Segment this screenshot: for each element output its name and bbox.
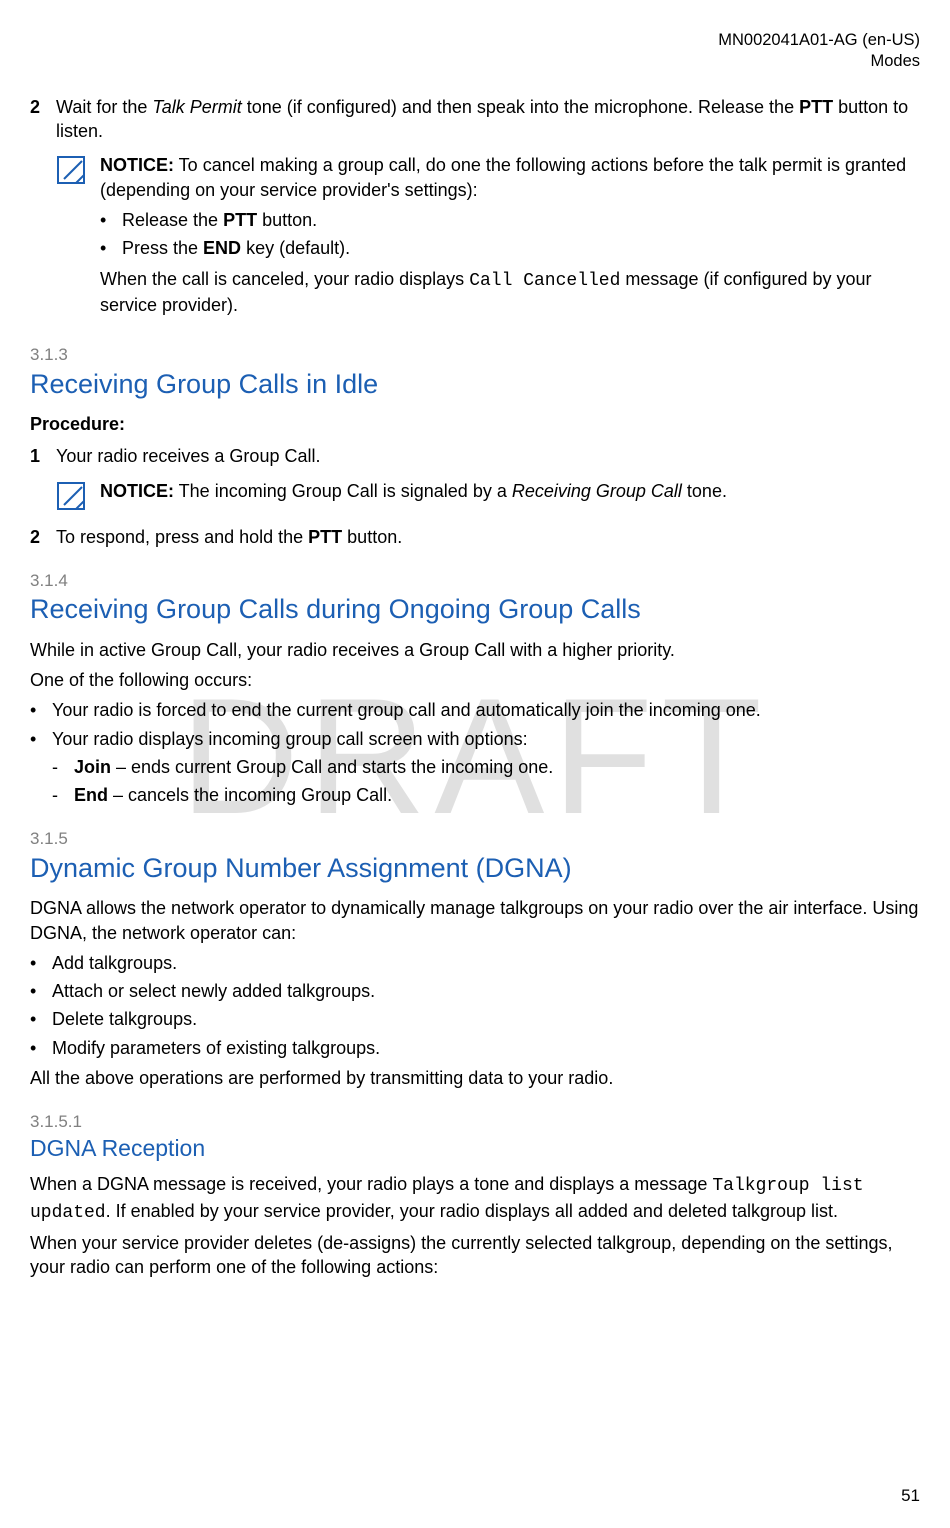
procedure-step: 2 To respond, press and hold the PTT but…: [30, 525, 920, 549]
bullet-mark: •: [30, 727, 52, 751]
paragraph: When your service provider deletes (de-a…: [30, 1231, 920, 1280]
paragraph: When the call is canceled, your radio di…: [100, 267, 920, 318]
list-item-text: Delete talkgroups.: [52, 1007, 197, 1031]
text-bold: PTT: [799, 97, 833, 117]
text: – cancels the incoming Group Call.: [108, 785, 392, 805]
bullet-mark: •: [100, 236, 122, 260]
text-italic: Receiving Group Call: [512, 481, 682, 501]
text-bold: PTT: [308, 527, 342, 547]
section-title: DGNA Reception: [30, 1135, 920, 1163]
step-number: 2: [30, 525, 56, 549]
section-number: 3.1.5.1: [30, 1112, 920, 1132]
bullet-mark: •: [30, 698, 52, 722]
list-item-text: Attach or select newly added talkgroups.: [52, 979, 375, 1003]
notice-block: NOTICE: To cancel making a group call, d…: [56, 153, 920, 323]
section-title: Receiving Group Calls in Idle: [30, 368, 920, 400]
notice-block: NOTICE: The incoming Group Call is signa…: [56, 479, 920, 515]
dash-mark: -: [52, 783, 74, 807]
text: . If enabled by your service provider, y…: [106, 1201, 838, 1221]
bullet-mark: •: [30, 1007, 52, 1031]
list-item-text: Your radio displays incoming group call …: [52, 727, 528, 751]
bullet-mark: •: [30, 951, 52, 975]
page: DRAFT MN002041A01-AG (en-US) Modes 2 Wai…: [0, 0, 950, 1528]
list-item-text: End – cancels the incoming Group Call.: [74, 783, 392, 807]
doc-id: MN002041A01-AG (en-US): [30, 30, 920, 51]
sub-list-item: - End – cancels the incoming Group Call.: [52, 783, 920, 807]
text: tone (if configured) and then speak into…: [242, 97, 799, 117]
text: button.: [257, 210, 317, 230]
notice-icon: [56, 479, 100, 515]
step-number: 2: [30, 95, 56, 144]
section-title: Receiving Group Calls during Ongoing Gro…: [30, 593, 920, 625]
list-item: • Release the PTT button.: [100, 208, 920, 232]
paragraph: While in active Group Call, your radio r…: [30, 638, 920, 662]
paragraph: All the above operations are performed b…: [30, 1066, 920, 1090]
list-item-text: Press the END key (default).: [122, 236, 350, 260]
paragraph: One of the following occurs:: [30, 668, 920, 692]
procedure-step: 1 Your radio receives a Group Call.: [30, 444, 920, 468]
notice-text: NOTICE: The incoming Group Call is signa…: [100, 479, 920, 515]
text: To respond, press and hold the: [56, 527, 308, 547]
list-item: • Press the END key (default).: [100, 236, 920, 260]
text-bold: Join: [74, 757, 111, 777]
page-header: MN002041A01-AG (en-US) Modes: [30, 30, 920, 73]
text: tone.: [682, 481, 727, 501]
bullet-mark: •: [100, 208, 122, 232]
text: When a DGNA message is received, your ra…: [30, 1174, 712, 1194]
text: The incoming Group Call is signaled by a: [174, 481, 512, 501]
text: key (default).: [241, 238, 350, 258]
list-item-text: Modify parameters of existing talkgroups…: [52, 1036, 380, 1060]
notice-text: NOTICE: To cancel making a group call, d…: [100, 153, 920, 323]
list-item-text: Release the PTT button.: [122, 208, 317, 232]
list-item: • Your radio displays incoming group cal…: [30, 727, 920, 751]
list-item-text: Join – ends current Group Call and start…: [74, 755, 553, 779]
text-bold: End: [74, 785, 108, 805]
notice-label: NOTICE:: [100, 155, 174, 175]
step-body: Wait for the Talk Permit tone (if config…: [56, 95, 920, 144]
text: Release the: [122, 210, 223, 230]
paragraph: DGNA allows the network operator to dyna…: [30, 896, 920, 945]
text: button.: [342, 527, 402, 547]
page-number: 51: [901, 1485, 920, 1508]
text: Wait for the: [56, 97, 152, 117]
header-section: Modes: [30, 51, 920, 72]
notice-icon: [56, 153, 100, 323]
text: To cancel making a group call, do one th…: [100, 155, 906, 199]
text: Press the: [122, 238, 203, 258]
bullet-mark: •: [30, 979, 52, 1003]
notice-label: NOTICE:: [100, 481, 174, 501]
sub-list-item: - Join – ends current Group Call and sta…: [52, 755, 920, 779]
bullet-list: • Release the PTT button. • Press the EN…: [100, 208, 920, 261]
section-number: 3.1.4: [30, 571, 920, 591]
step-body: To respond, press and hold the PTT butto…: [56, 525, 920, 549]
bullet-list: • Your radio is forced to end the curren…: [30, 698, 920, 807]
procedure-step: 2 Wait for the Talk Permit tone (if conf…: [30, 95, 920, 144]
list-item: •Delete talkgroups.: [30, 1007, 920, 1031]
page-content: 2 Wait for the Talk Permit tone (if conf…: [30, 95, 920, 1280]
text-italic: Talk Permit: [152, 97, 241, 117]
list-item: •Add talkgroups.: [30, 951, 920, 975]
dash-mark: -: [52, 755, 74, 779]
text-mono: Call Cancelled: [469, 271, 620, 291]
list-item-text: Your radio is forced to end the current …: [52, 698, 761, 722]
list-item: • Your radio is forced to end the curren…: [30, 698, 920, 722]
text-bold: PTT: [223, 210, 257, 230]
text: – ends current Group Call and starts the…: [111, 757, 553, 777]
bullet-mark: •: [30, 1036, 52, 1060]
paragraph: When a DGNA message is received, your ra…: [30, 1172, 920, 1225]
section-title: Dynamic Group Number Assignment (DGNA): [30, 852, 920, 884]
list-item: •Attach or select newly added talkgroups…: [30, 979, 920, 1003]
bullet-list: •Add talkgroups. •Attach or select newly…: [30, 951, 920, 1060]
text-bold: END: [203, 238, 241, 258]
list-item: •Modify parameters of existing talkgroup…: [30, 1036, 920, 1060]
step-body: Your radio receives a Group Call.: [56, 444, 920, 468]
section-number: 3.1.3: [30, 345, 920, 365]
text: When the call is canceled, your radio di…: [100, 269, 469, 289]
section-number: 3.1.5: [30, 829, 920, 849]
procedure-label: Procedure:: [30, 412, 920, 436]
step-number: 1: [30, 444, 56, 468]
list-item-text: Add talkgroups.: [52, 951, 177, 975]
